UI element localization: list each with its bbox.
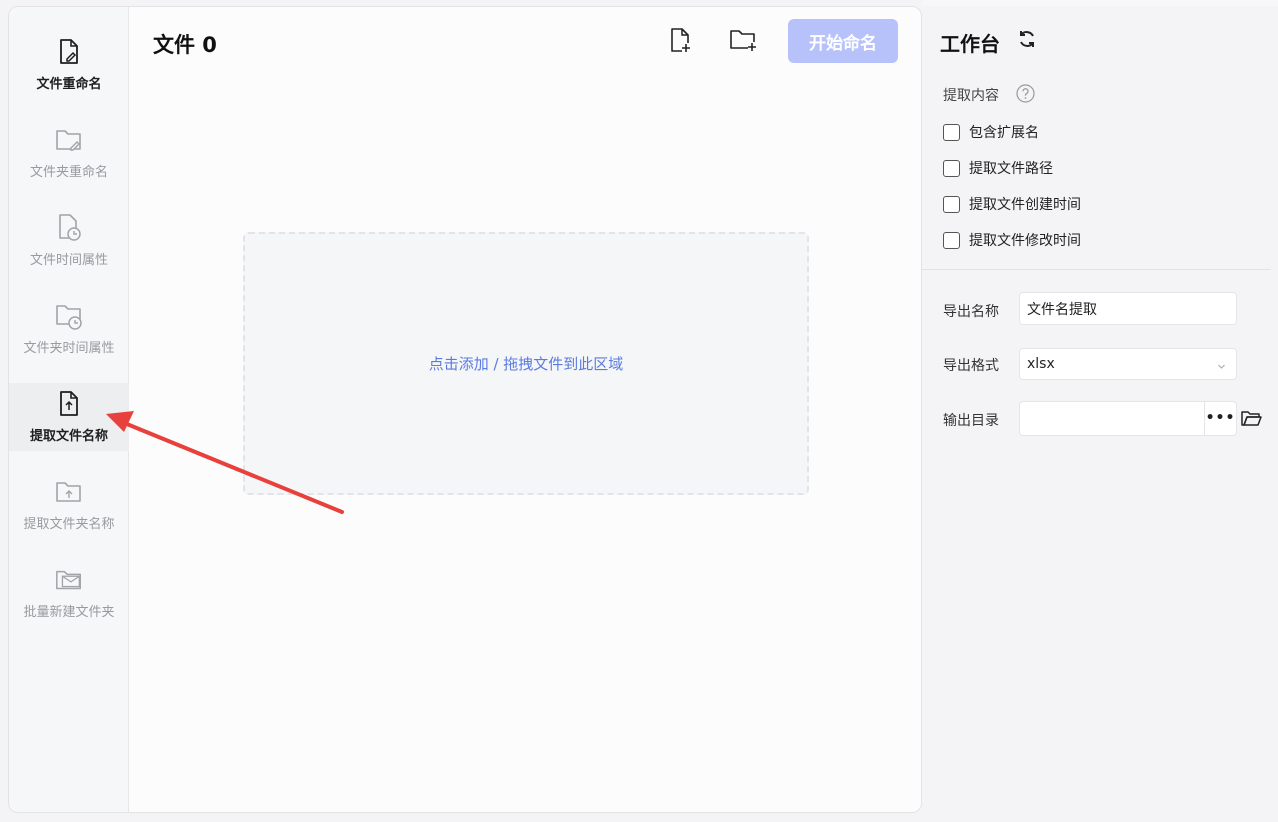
- sidebar-item-label: 提取文件夹名称: [23, 517, 115, 532]
- export-name-input[interactable]: 文件名提取: [1019, 292, 1237, 325]
- checkbox[interactable]: [943, 159, 960, 177]
- sidebar-item-label: 文件夹重命名: [29, 165, 108, 180]
- sidebar-item-extract-folder-names[interactable]: 提取文件夹名称: [9, 473, 129, 539]
- extract-content-label: 提取内容: [943, 88, 999, 104]
- sidebar-item-label: 文件夹时间属性: [23, 341, 115, 356]
- option-extract-created-time[interactable]: 提取文件创建时间: [943, 194, 1081, 214]
- refresh-icon[interactable]: [1016, 28, 1038, 50]
- folder-clock-icon: [54, 301, 84, 331]
- page-title: 文件 0: [153, 33, 217, 57]
- sidebar-item-file-rename[interactable]: 文件重命名: [9, 33, 129, 99]
- add-file-button[interactable]: [664, 27, 696, 59]
- option-include-extension[interactable]: 包含扩展名: [943, 122, 1039, 142]
- folder-edit-icon: [54, 125, 84, 155]
- sidebar-item-label: 批量新建文件夹: [23, 605, 115, 620]
- sidebar-item-label: 提取文件名称: [29, 429, 108, 444]
- folder-upload-icon: [54, 477, 84, 507]
- sidebar-item-folder-rename[interactable]: 文件夹重命名: [9, 121, 129, 187]
- output-dir-input[interactable]: [1019, 401, 1205, 436]
- sidebar-item-file-time[interactable]: 文件时间属性: [9, 209, 129, 275]
- sidebar-item-label: 文件重命名: [36, 77, 102, 92]
- workbench-body: 提取内容 包含扩展名 提取文件路径 提取文件创建时间 提取文件修改时间 导出名称…: [922, 68, 1271, 794]
- output-dir-label: 输出目录: [943, 413, 999, 429]
- add-folder-button[interactable]: [727, 27, 759, 59]
- checkbox[interactable]: [943, 231, 960, 249]
- open-folder-icon[interactable]: [1240, 408, 1262, 428]
- file-edit-icon: [54, 37, 84, 67]
- file-upload-icon: [54, 389, 84, 419]
- sidebar-item-label: 文件时间属性: [29, 253, 108, 268]
- option-label: 提取文件创建时间: [969, 197, 1081, 213]
- help-icon[interactable]: [1016, 84, 1035, 103]
- add-folder-icon: [728, 28, 758, 58]
- export-format-label: 导出格式: [943, 358, 999, 374]
- start-rename-button[interactable]: 开始命名: [788, 19, 898, 63]
- export-format-value: xlsx: [1027, 356, 1055, 372]
- folder-mail-icon: [54, 565, 84, 595]
- sidebar-item-extract-file-names[interactable]: 提取文件名称: [9, 383, 129, 451]
- export-format-select[interactable]: xlsx: [1019, 348, 1237, 380]
- option-label: 提取文件修改时间: [969, 233, 1081, 249]
- sidebar: 文件重命名 文件夹重命名 文件时间属性 文件夹时间属性 提取文件名称 提取文件夹…: [9, 7, 129, 812]
- add-file-icon: [667, 27, 693, 59]
- option-label: 包含扩展名: [969, 125, 1039, 141]
- option-label: 提取文件路径: [969, 161, 1053, 177]
- divider: [922, 269, 1271, 270]
- checkbox[interactable]: [943, 195, 960, 213]
- browse-button[interactable]: •••: [1204, 401, 1237, 436]
- file-dropzone[interactable]: 点击添加 / 拖拽文件到此区域: [243, 232, 809, 495]
- sidebar-item-batch-new-folder[interactable]: 批量新建文件夹: [9, 561, 129, 627]
- option-extract-path[interactable]: 提取文件路径: [943, 158, 1053, 178]
- chevron-down-icon: [1217, 359, 1226, 375]
- sidebar-item-folder-time[interactable]: 文件夹时间属性: [9, 297, 129, 363]
- checkbox[interactable]: [943, 123, 960, 141]
- file-list-area: 文件 0 开始命名 点击添加 / 拖拽文件到此区域: [129, 7, 921, 812]
- main-card: 文件重命名 文件夹重命名 文件时间属性 文件夹时间属性 提取文件名称 提取文件夹…: [8, 6, 922, 813]
- workbench-title: 工作台: [940, 32, 1000, 56]
- export-name-label: 导出名称: [943, 304, 999, 320]
- file-clock-icon: [54, 213, 84, 243]
- option-extract-modified-time[interactable]: 提取文件修改时间: [943, 230, 1081, 250]
- dropzone-text: 点击添加 / 拖拽文件到此区域: [428, 355, 624, 373]
- workbench-panel: 工作台 提取内容 包含扩展名 提取文件路径 提取文件创建时间 提取文件修改时间 …: [922, 0, 1278, 822]
